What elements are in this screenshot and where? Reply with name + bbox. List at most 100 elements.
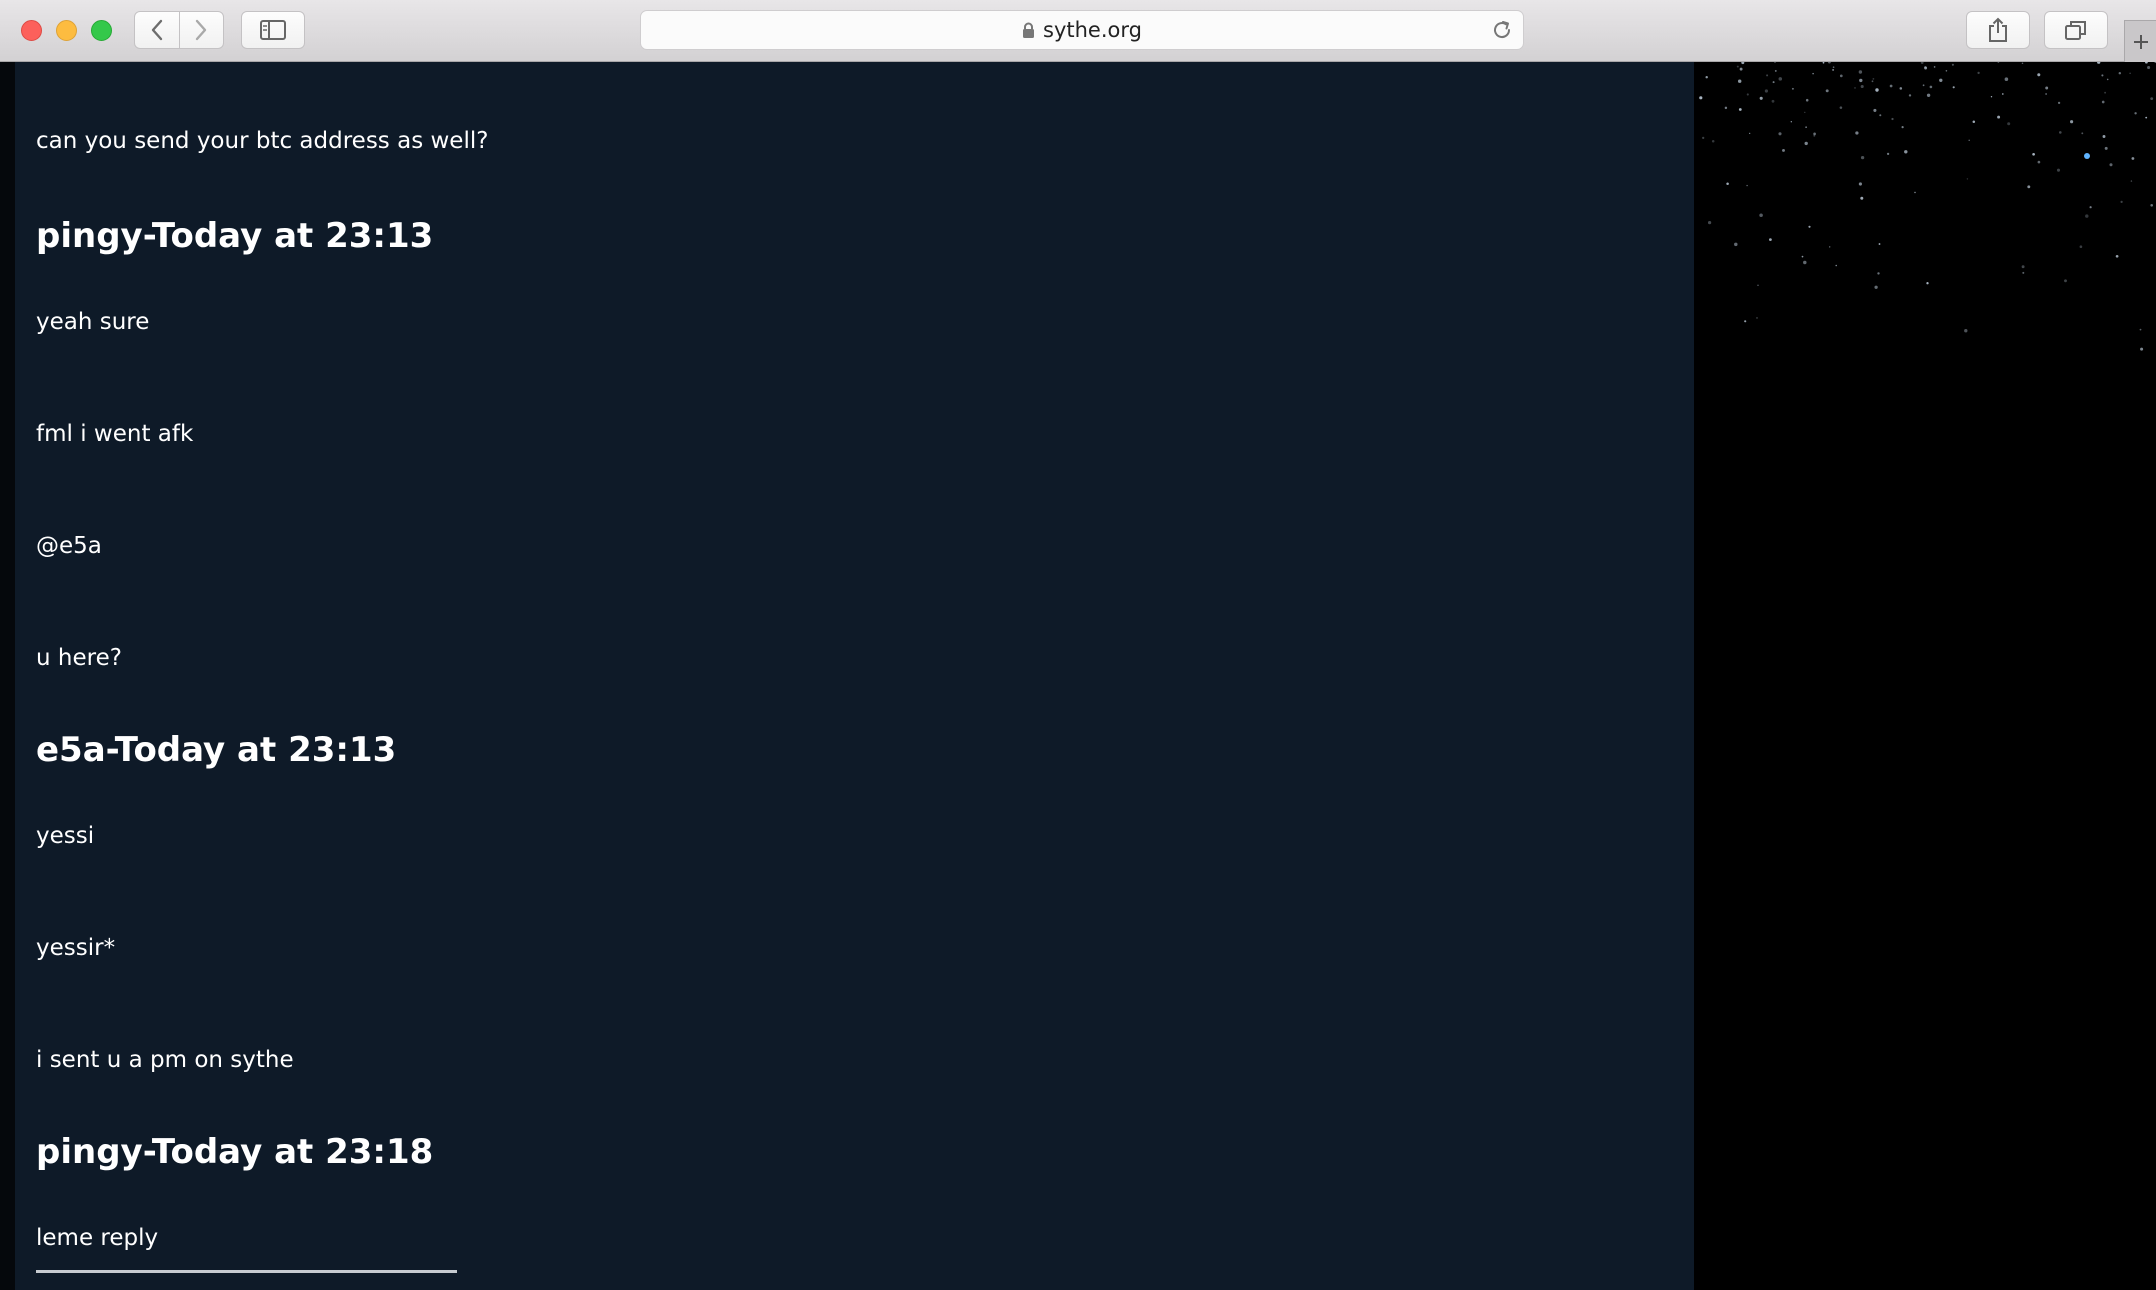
- star: [1766, 74, 1769, 77]
- star: [1839, 106, 1843, 109]
- star: [1945, 70, 1948, 72]
- star: [1774, 62, 1776, 63]
- chat-message: yeah sure: [36, 309, 150, 335]
- star: [1964, 329, 1968, 333]
- chat-message: yessi: [36, 823, 95, 849]
- star: [1871, 80, 1874, 83]
- share-icon: [1989, 17, 2007, 42]
- star: [1972, 120, 1976, 123]
- message-author-header: e5a-Today at 23:13: [36, 730, 397, 770]
- star: [1997, 115, 2001, 119]
- star: [1929, 85, 1933, 89]
- show-sidebar-button[interactable]: [241, 11, 305, 49]
- star: [1901, 126, 1904, 129]
- star: [2056, 168, 2061, 172]
- star: [1803, 260, 1807, 265]
- star: [1855, 131, 1859, 135]
- share-button[interactable]: [1966, 11, 2030, 49]
- star: [1966, 178, 1969, 180]
- star: [2139, 328, 2142, 331]
- star: [1877, 272, 1880, 275]
- star: [2145, 62, 2148, 64]
- star: [2089, 206, 2092, 209]
- star: [2021, 62, 2024, 64]
- star: [1772, 81, 1775, 84]
- chat-message: yessir*: [36, 935, 116, 961]
- star: [1746, 184, 1748, 187]
- star: [1711, 140, 1715, 143]
- message-author-header: pingy-Today at 23:18: [36, 1132, 434, 1172]
- chat-message: i sent u a pm on sythe: [36, 1047, 294, 1073]
- star: [1990, 96, 1993, 98]
- star: [1874, 285, 1878, 289]
- close-window-button[interactable]: [21, 20, 42, 41]
- star: [2131, 157, 2135, 160]
- star: [1756, 316, 1758, 319]
- chat-message: leme reply: [36, 1225, 159, 1251]
- star: [2150, 97, 2154, 101]
- star: [2120, 200, 2123, 204]
- plus-icon: [2133, 34, 2148, 49]
- star: [1778, 132, 1782, 136]
- star: [1933, 66, 1936, 68]
- star: [1858, 70, 1863, 74]
- star: [1878, 243, 1881, 245]
- star: [1899, 87, 1903, 90]
- star: [2134, 112, 2137, 115]
- star: [1757, 284, 1759, 286]
- address-bar-content: sythe.org: [641, 11, 1523, 49]
- minimize-window-button[interactable]: [56, 20, 77, 41]
- zoom-window-button[interactable]: [91, 20, 112, 41]
- star: [1726, 182, 1729, 186]
- star: [1908, 94, 1912, 97]
- star: [1739, 67, 1743, 71]
- star: [1707, 220, 1712, 225]
- star: [2059, 131, 2062, 134]
- star: [1805, 98, 1809, 102]
- star: [1705, 75, 1708, 79]
- star: [1702, 136, 1705, 140]
- star: [1858, 182, 1862, 186]
- star: [1759, 213, 1763, 218]
- star: [2147, 65, 2151, 70]
- star: [2109, 163, 2113, 167]
- star: [1771, 99, 1775, 103]
- star: [2104, 146, 2108, 150]
- star: [1832, 66, 1835, 69]
- new-tab-button[interactable]: [2124, 20, 2156, 62]
- lock-icon: [1023, 22, 1035, 38]
- divider-line: [36, 1270, 457, 1273]
- star: [1801, 255, 1804, 258]
- star: [1860, 84, 1864, 89]
- star: [1699, 96, 1703, 100]
- star: [2032, 152, 2035, 156]
- star: [1724, 106, 1728, 110]
- star: [2101, 74, 2104, 77]
- star: [2140, 347, 2144, 351]
- star: [1891, 117, 1894, 121]
- forward-button[interactable]: [178, 12, 224, 48]
- back-button[interactable]: [135, 12, 179, 48]
- star: [1889, 84, 1893, 88]
- star: [1805, 126, 1807, 128]
- star: [2085, 214, 2089, 218]
- reload-icon[interactable]: [1491, 19, 1513, 41]
- star: [2104, 91, 2106, 94]
- tabs-icon: [2065, 21, 2086, 40]
- star: [1769, 238, 1772, 241]
- star: [1922, 84, 1925, 87]
- show-tabs-button[interactable]: [2044, 11, 2108, 49]
- star: [1875, 88, 1879, 92]
- star: [2115, 254, 2119, 258]
- star: [1977, 71, 1980, 75]
- star: [1860, 196, 1864, 200]
- address-bar[interactable]: sythe.org: [640, 10, 1524, 50]
- star: [1774, 69, 1777, 72]
- star: [1859, 78, 1863, 83]
- star: [2106, 78, 2109, 81]
- star: [2101, 100, 2105, 104]
- star: [2145, 116, 2148, 119]
- star: [1813, 132, 1816, 136]
- chat-message: fml i went afk: [36, 421, 194, 447]
- star: [1737, 79, 1742, 83]
